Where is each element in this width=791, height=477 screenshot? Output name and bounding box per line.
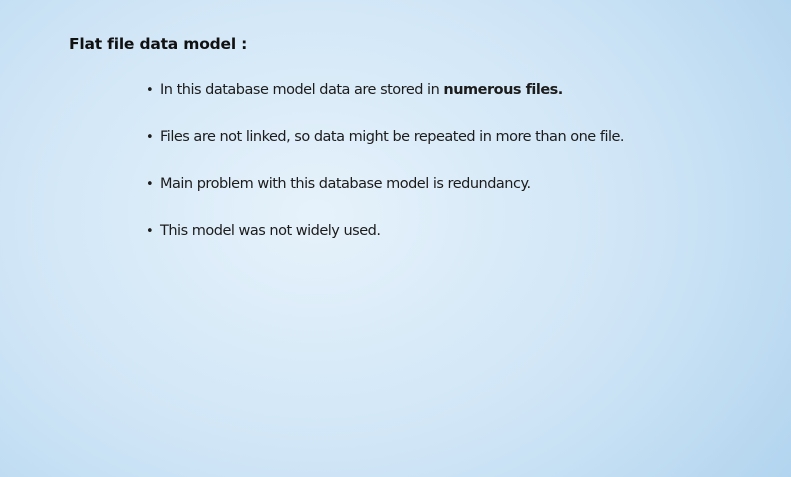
bullet-dot-icon: • [146, 130, 154, 145]
bullet-text: Files are not linked, so data might be r… [160, 129, 625, 145]
slide-title: Flat file data model : [69, 35, 248, 53]
bullet-list: • In this database model data are stored… [146, 82, 625, 270]
bullet-text: In this database model data are stored i… [160, 82, 563, 98]
bullet-dot-icon: • [146, 224, 154, 239]
bullet-text-emphasis: numerous files. [443, 82, 563, 98]
bullet-text: Main problem with this database model is… [160, 176, 531, 192]
bullet-item: • This model was not widely used. [146, 223, 624, 270]
bullet-dot-icon: • [146, 83, 154, 98]
bullet-item: • Main problem with this database model … [146, 176, 624, 223]
bullet-item: • In this database model data are stored… [146, 82, 624, 129]
bullet-item: • Files are not linked, so data might be… [146, 129, 625, 176]
slide: Flat file data model : • In this databas… [0, 0, 791, 477]
bullet-text-plain: In this database model data are stored i… [160, 82, 444, 98]
bullet-dot-icon: • [146, 177, 154, 192]
bullet-text: This model was not widely used. [160, 223, 381, 239]
